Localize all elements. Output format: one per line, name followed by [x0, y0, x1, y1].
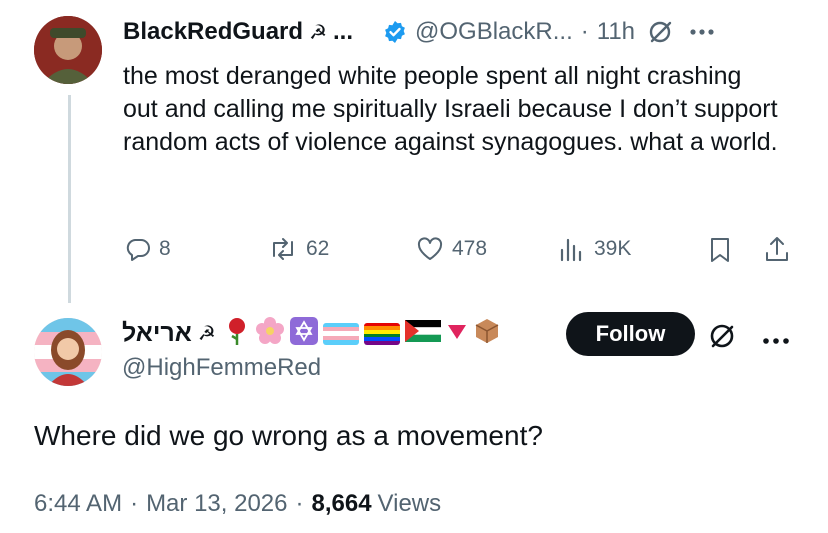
post-header: אריאל ☭ — [122, 316, 501, 351]
star-of-david-icon — [289, 317, 318, 350]
reply-icon — [125, 236, 151, 262]
views-count: 39K — [594, 237, 632, 260]
post-date[interactable]: Mar 13, 2026 — [146, 490, 287, 518]
post-meta: 6:44 AM · Mar 13, 2026 · 8,664 Views — [34, 490, 441, 518]
grok-icon[interactable] — [708, 322, 736, 355]
cherry-blossom-icon — [255, 316, 285, 351]
display-name[interactable]: BlackRedGuard — [123, 18, 303, 46]
name-ellipsis: ... — [333, 18, 354, 45]
views-action[interactable]: 39K — [558, 236, 631, 262]
views-label: Views — [377, 490, 442, 517]
name-emojis — [224, 316, 501, 351]
handle[interactable]: @HighFemmeRed — [122, 354, 321, 382]
name-symbol: ☭ — [309, 21, 327, 44]
grok-icon[interactable] — [647, 19, 673, 45]
views-count: 8,664 — [311, 490, 372, 517]
rainbow-flag-icon — [363, 322, 400, 345]
reply-count: 8 — [159, 237, 171, 260]
tweet-text: the most deranged white people spent all… — [123, 62, 778, 156]
display-name[interactable]: אריאל — [122, 319, 192, 348]
reply-action[interactable]: 8 — [125, 236, 171, 262]
repost-count: 62 — [306, 237, 330, 260]
separator: · — [130, 490, 139, 517]
avatar[interactable] — [34, 16, 102, 84]
views-icon — [558, 236, 586, 262]
like-action[interactable]: 478 — [416, 236, 487, 262]
separator: · — [580, 18, 589, 45]
follow-button[interactable]: Follow — [566, 312, 695, 356]
rose-icon — [224, 316, 250, 351]
handle[interactable]: @OGBlackR... — [415, 18, 573, 46]
name-symbol: ☭ — [197, 323, 216, 345]
post-text: Where did we go wrong as a movement? — [34, 420, 543, 451]
bookmark-icon[interactable] — [708, 236, 732, 269]
like-icon — [416, 236, 444, 262]
verified-badge-icon — [383, 20, 407, 44]
red-triangle-icon — [446, 320, 468, 347]
palestine-flag-icon — [404, 320, 441, 347]
repost-icon — [268, 236, 298, 262]
post-time[interactable]: 6:44 AM — [34, 490, 122, 518]
like-count: 478 — [452, 237, 488, 260]
more-icon[interactable] — [762, 332, 790, 350]
tweet-header: BlackRedGuard ☭ ... @OGBlackR... · 11h — [123, 18, 803, 46]
avatar-image — [34, 16, 102, 84]
more-icon[interactable] — [689, 28, 715, 36]
repost-action[interactable]: 62 — [268, 236, 329, 262]
share-icon[interactable] — [763, 234, 791, 269]
thread-line — [68, 95, 71, 303]
package-icon — [473, 317, 501, 350]
timestamp[interactable]: 11h — [597, 18, 635, 46]
trans-flag-icon — [322, 322, 359, 345]
avatar-image — [34, 318, 102, 386]
separator: · — [295, 490, 304, 517]
avatar[interactable] — [34, 318, 102, 386]
